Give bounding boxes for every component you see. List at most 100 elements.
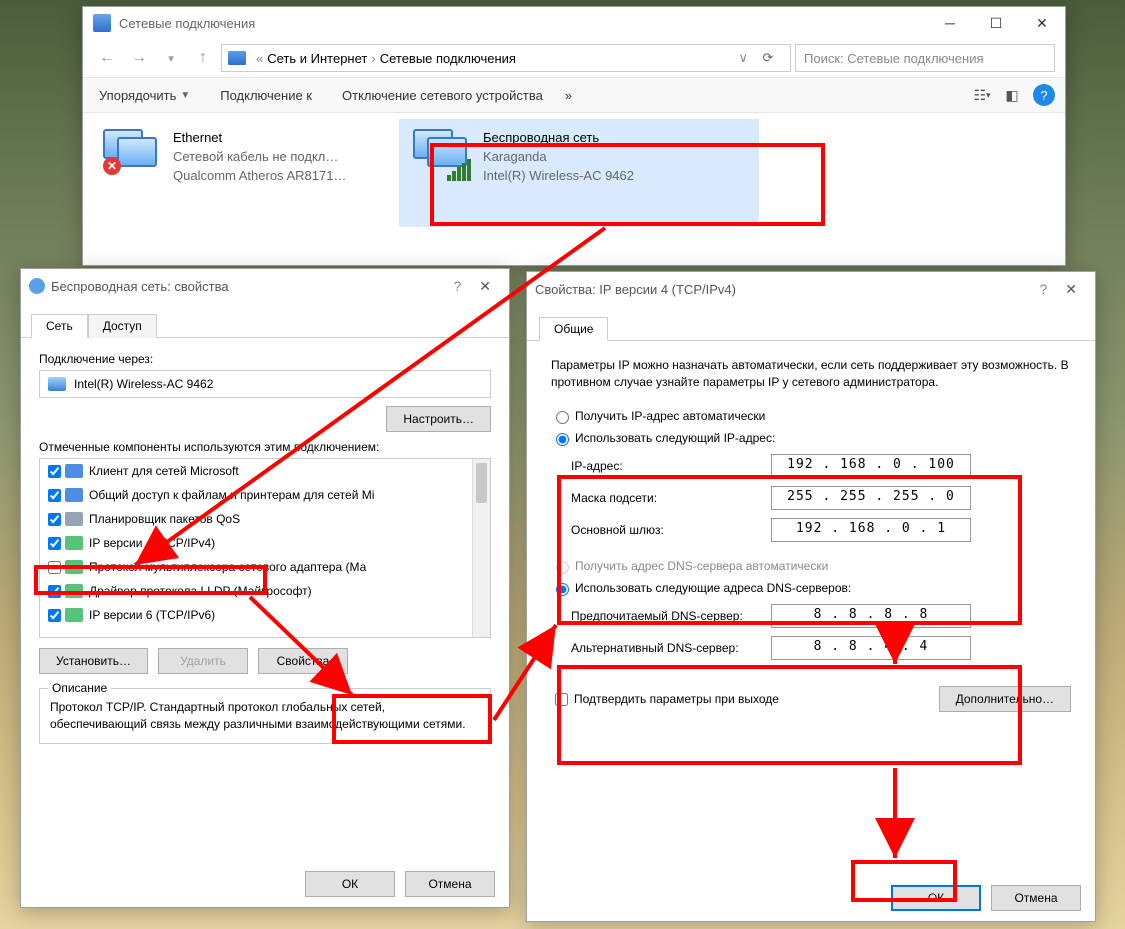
adapter-ethernet[interactable]: ✕ Ethernet Сетевой кабель не подкл… Qual… xyxy=(89,119,389,227)
refresh-button[interactable]: ⟳ xyxy=(752,50,784,66)
crumb-separator: › xyxy=(367,51,379,66)
checkbox[interactable] xyxy=(48,561,61,574)
back-button[interactable]: ← xyxy=(93,44,121,72)
alternate-dns-input[interactable]: 8 . 8 . 4 . 4 xyxy=(771,636,971,660)
address-bar[interactable]: « Сеть и Интернет › Сетевые подключения … xyxy=(221,44,791,72)
ok-button[interactable]: ОК xyxy=(891,885,981,911)
up-button[interactable]: ↑ xyxy=(189,44,217,72)
validate-checkbox[interactable] xyxy=(555,693,568,706)
address-dropdown-icon[interactable]: ∨ xyxy=(734,50,752,66)
window-title: Сетевые подключения xyxy=(119,16,255,31)
tab-access[interactable]: Доступ xyxy=(88,314,157,338)
preview-pane-icon[interactable]: ◧ xyxy=(1001,84,1023,106)
radio-manual-dns[interactable]: Использовать следующие адреса DNS-сервер… xyxy=(551,580,1071,596)
view-options-icon[interactable]: ☷▾ xyxy=(971,84,993,106)
checkbox[interactable] xyxy=(48,465,61,478)
wifi-icon xyxy=(413,129,469,179)
close-button[interactable]: ✕ xyxy=(1019,8,1065,38)
protocol-icon xyxy=(65,536,83,550)
ip-address-input[interactable]: 192 . 168 . 0 . 100 xyxy=(771,454,971,478)
crumb-chevron: « xyxy=(252,51,267,66)
list-item: Планировщик пакетов QoS xyxy=(40,507,490,531)
remove-button: Удалить xyxy=(158,648,248,674)
cancel-button[interactable]: Отмена xyxy=(405,871,495,897)
more-commands[interactable]: » xyxy=(559,84,578,107)
checkbox[interactable] xyxy=(48,609,61,622)
disable-device-button[interactable]: Отключение сетевого устройства xyxy=(336,84,549,107)
radio-manual-ip[interactable]: Использовать следующий IP-адрес: xyxy=(551,430,1071,446)
properties-button[interactable]: Свойства xyxy=(258,648,348,674)
maximize-button[interactable]: ☐ xyxy=(973,8,1019,38)
qos-icon xyxy=(65,512,83,526)
tab-network[interactable]: Сеть xyxy=(31,314,88,338)
dns2-label: Альтернативный DNS-сервер: xyxy=(571,641,771,655)
components-list[interactable]: Клиент для сетей Microsoft Общий доступ … xyxy=(39,458,491,638)
list-item: Клиент для сетей Microsoft xyxy=(40,459,490,483)
tab-strip: Сеть Доступ xyxy=(21,303,509,338)
advanced-button[interactable]: Дополнительно… xyxy=(939,686,1071,712)
list-item: IP версии 6 (TCP/IPv6) xyxy=(40,603,490,627)
adapter-driver: Qualcomm Atheros AR8171… xyxy=(173,167,346,186)
minimize-button[interactable]: ─ xyxy=(927,8,973,38)
dialog-title: Беспроводная сеть: свойства xyxy=(51,279,229,294)
protocol-icon xyxy=(65,584,83,598)
install-button[interactable]: Установить… xyxy=(39,648,148,674)
help-button[interactable]: ? xyxy=(445,278,469,294)
list-item: Протокол мультиплексора сетевого адаптер… xyxy=(40,555,490,579)
tab-strip: Общие xyxy=(527,306,1095,341)
subnet-mask-input[interactable]: 255 . 255 . 255 . 0 xyxy=(771,486,971,510)
network-icon xyxy=(93,14,111,32)
crumb-network[interactable]: Сеть и Интернет xyxy=(267,51,367,66)
close-button[interactable]: ✕ xyxy=(469,278,501,295)
client-icon xyxy=(65,464,83,478)
nic-name: Intel(R) Wireless-AC 9462 xyxy=(74,377,213,391)
adapter-wifi[interactable]: Беспроводная сеть Karaganda Intel(R) Wir… xyxy=(399,119,759,227)
checkbox[interactable] xyxy=(48,513,61,526)
ipv4-properties-dialog: Свойства: IP версии 4 (TCP/IPv4) ? ✕ Общ… xyxy=(526,271,1096,922)
organize-menu[interactable]: Упорядочить▼ xyxy=(93,84,196,107)
radio[interactable] xyxy=(556,433,569,446)
adapter-name: Беспроводная сеть xyxy=(483,129,634,148)
radio-auto-dns: Получить адрес DNS-сервера автоматически xyxy=(551,558,1071,574)
help-icon[interactable]: ? xyxy=(1033,84,1055,106)
help-button[interactable]: ? xyxy=(1031,281,1055,297)
command-bar: Упорядочить▼ Подключение к Отключение се… xyxy=(83,77,1065,113)
checkbox[interactable] xyxy=(48,585,61,598)
intro-text: Параметры IP можно назначать автоматичес… xyxy=(551,357,1071,392)
forward-button[interactable]: → xyxy=(125,44,153,72)
scrollbar[interactable] xyxy=(472,459,490,637)
disconnected-icon: ✕ xyxy=(103,157,121,175)
list-item: Общий доступ к файлам и принтерам для се… xyxy=(40,483,490,507)
dialog-title: Свойства: IP версии 4 (TCP/IPv4) xyxy=(535,282,736,297)
adapter-name: Ethernet xyxy=(173,129,346,148)
recent-dropdown[interactable]: ▾ xyxy=(157,44,185,72)
search-placeholder: Поиск: Сетевые подключения xyxy=(804,51,984,66)
close-button[interactable]: ✕ xyxy=(1055,281,1087,298)
ethernet-icon: ✕ xyxy=(103,129,159,179)
checkbox[interactable] xyxy=(48,537,61,550)
gateway-input[interactable]: 192 . 168 . 0 . 1 xyxy=(771,518,971,542)
network-connections-window: Сетевые подключения ─ ☐ ✕ ← → ▾ ↑ « Сеть… xyxy=(82,6,1066,266)
adapter-status: Karaganda xyxy=(483,148,634,167)
mask-label: Маска подсети: xyxy=(571,491,771,505)
ok-button[interactable]: ОК xyxy=(305,871,395,897)
adapter-status: Сетевой кабель не подкл… xyxy=(173,148,346,167)
preferred-dns-input[interactable]: 8 . 8 . 8 . 8 xyxy=(771,604,971,628)
radio-auto-ip[interactable]: Получить IP-адрес автоматически xyxy=(551,408,1071,424)
crumb-connections[interactable]: Сетевые подключения xyxy=(380,51,516,66)
service-icon xyxy=(65,488,83,502)
validate-checkbox-row[interactable]: Подтвердить параметры при выходе xyxy=(551,690,779,709)
search-input[interactable]: Поиск: Сетевые подключения xyxy=(795,44,1055,72)
nic-icon xyxy=(48,377,66,391)
cancel-button[interactable]: Отмена xyxy=(991,885,1081,911)
connect-to-button[interactable]: Подключение к xyxy=(214,84,318,107)
ip-label: IP-адрес: xyxy=(571,459,771,473)
description-legend: Описание xyxy=(48,681,111,695)
radio[interactable] xyxy=(556,583,569,596)
protocol-icon xyxy=(65,560,83,574)
adapters-list: ✕ Ethernet Сетевой кабель не подкл… Qual… xyxy=(83,113,1065,233)
radio[interactable] xyxy=(556,411,569,424)
configure-button[interactable]: Настроить… xyxy=(386,406,491,432)
checkbox[interactable] xyxy=(48,489,61,502)
tab-general[interactable]: Общие xyxy=(539,317,608,341)
